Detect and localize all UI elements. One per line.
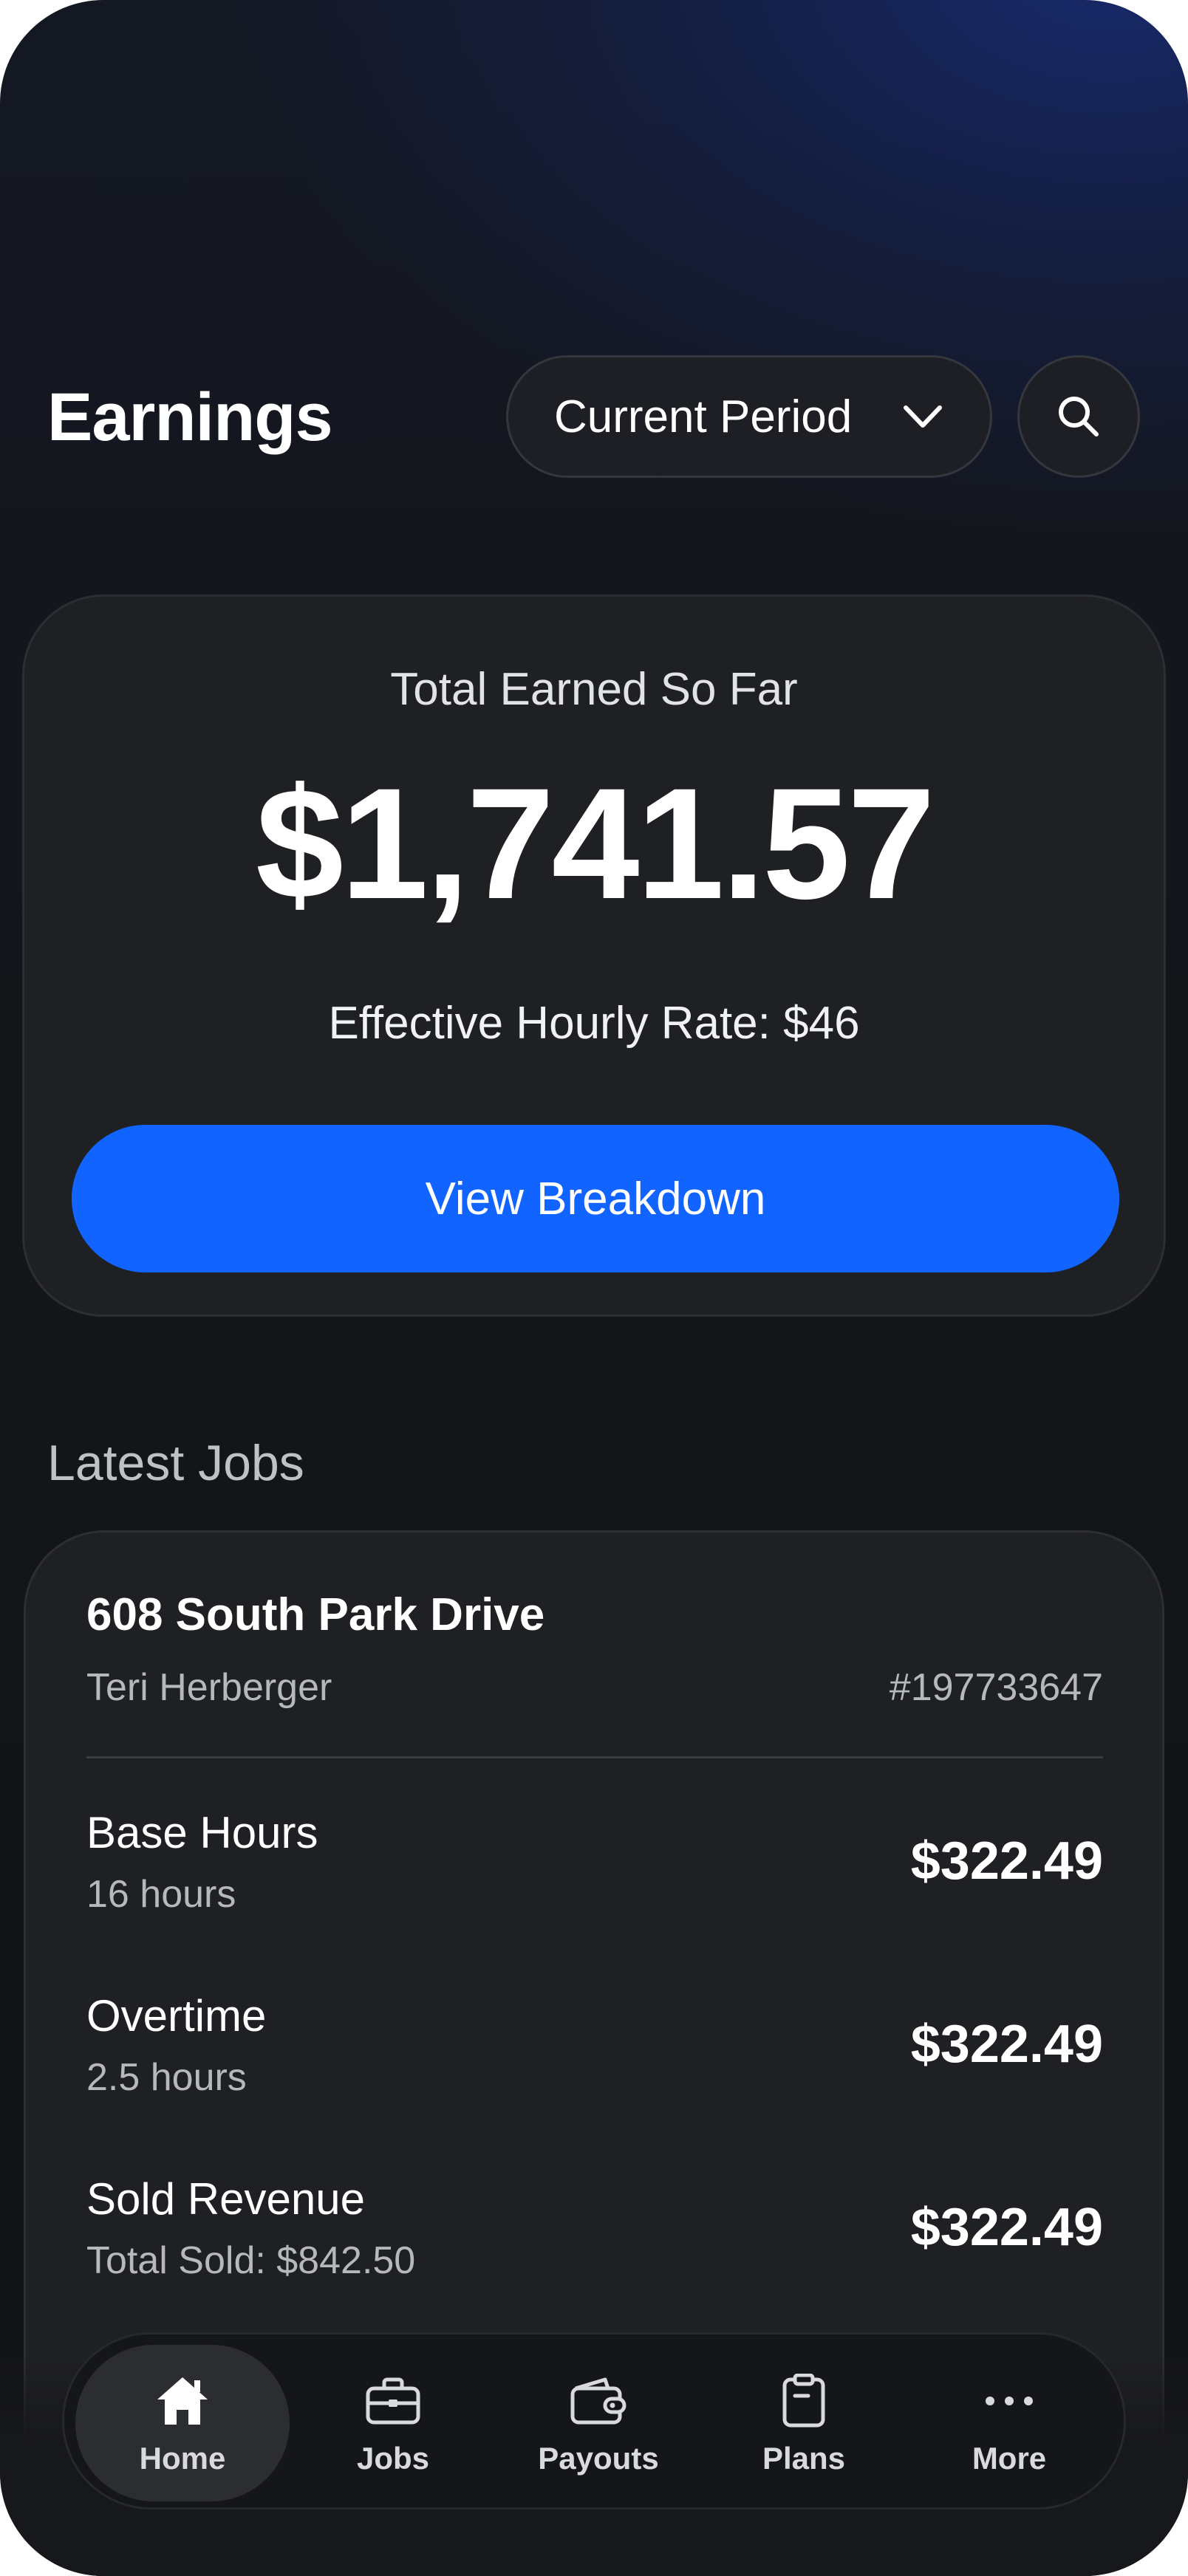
chevron-down-icon: [904, 405, 942, 428]
tab-jobs[interactable]: Jobs: [286, 2345, 500, 2501]
tab-payouts[interactable]: Payouts: [491, 2345, 706, 2501]
home-icon: [157, 2377, 208, 2425]
more-dots-icon: [986, 2397, 1033, 2405]
period-select[interactable]: Current Period: [506, 355, 992, 478]
tab-more[interactable]: More: [902, 2345, 1116, 2501]
tab-label: Plans: [762, 2441, 846, 2476]
line-item-label: Base Hours: [86, 1808, 318, 1857]
tab-label: Payouts: [538, 2441, 659, 2476]
page-title: Earnings: [47, 380, 333, 455]
total-earned-label: Total Earned So Far: [390, 664, 798, 715]
latest-jobs-heading: Latest Jobs: [47, 1435, 304, 1491]
effective-hourly-rate: Effective Hourly Rate: $46: [328, 998, 860, 1049]
tab-label: More: [972, 2441, 1047, 2476]
tab-label: Jobs: [356, 2441, 430, 2476]
line-item-label: Sold Revenue: [86, 2174, 365, 2224]
search-button[interactable]: [1017, 355, 1140, 478]
line-item-base-hours: Base Hours 16 hours $322.49: [86, 1807, 1103, 1933]
line-item-detail: 2.5 hours: [86, 2056, 247, 2099]
line-item-amount: $322.49: [910, 2015, 1103, 2074]
tab-plans[interactable]: Plans: [697, 2345, 911, 2501]
briefcase-icon: [366, 2377, 420, 2425]
line-item-amount: $322.49: [910, 2198, 1103, 2257]
earnings-summary-card: Total Earned So Far $1,741.57 Effective …: [22, 595, 1166, 1317]
job-address: 608 South Park Drive: [86, 1589, 545, 1640]
line-item-sold-revenue: Sold Revenue Total Sold: $842.50 $322.49: [86, 2174, 1103, 2299]
total-earned-amount: $1,741.57: [255, 756, 935, 932]
line-item-overtime: Overtime 2.5 hours $322.49: [86, 1990, 1103, 2116]
tab-label: Home: [139, 2441, 226, 2476]
job-customer-name: Teri Herberger: [86, 1666, 332, 1709]
period-select-value: Current Period: [554, 391, 853, 442]
line-item-amount: $322.49: [910, 1832, 1103, 1891]
app-screen: Earnings Current Period Total Earned So …: [0, 0, 1188, 2576]
line-item-detail: 16 hours: [86, 1873, 236, 1916]
search-icon: [1059, 397, 1099, 436]
line-item-detail: Total Sold: $842.50: [86, 2239, 416, 2282]
wallet-icon: [570, 2377, 627, 2425]
clipboard-icon: [782, 2374, 825, 2428]
tab-home[interactable]: Home: [75, 2345, 290, 2501]
bottom-tab-bar: Home Jobs Payouts Plans More: [62, 2332, 1126, 2510]
line-item-label: Overtime: [86, 1991, 267, 2041]
divider: [86, 1756, 1103, 1758]
job-number: #197733647: [889, 1666, 1103, 1709]
view-breakdown-button[interactable]: View Breakdown: [72, 1125, 1119, 1272]
